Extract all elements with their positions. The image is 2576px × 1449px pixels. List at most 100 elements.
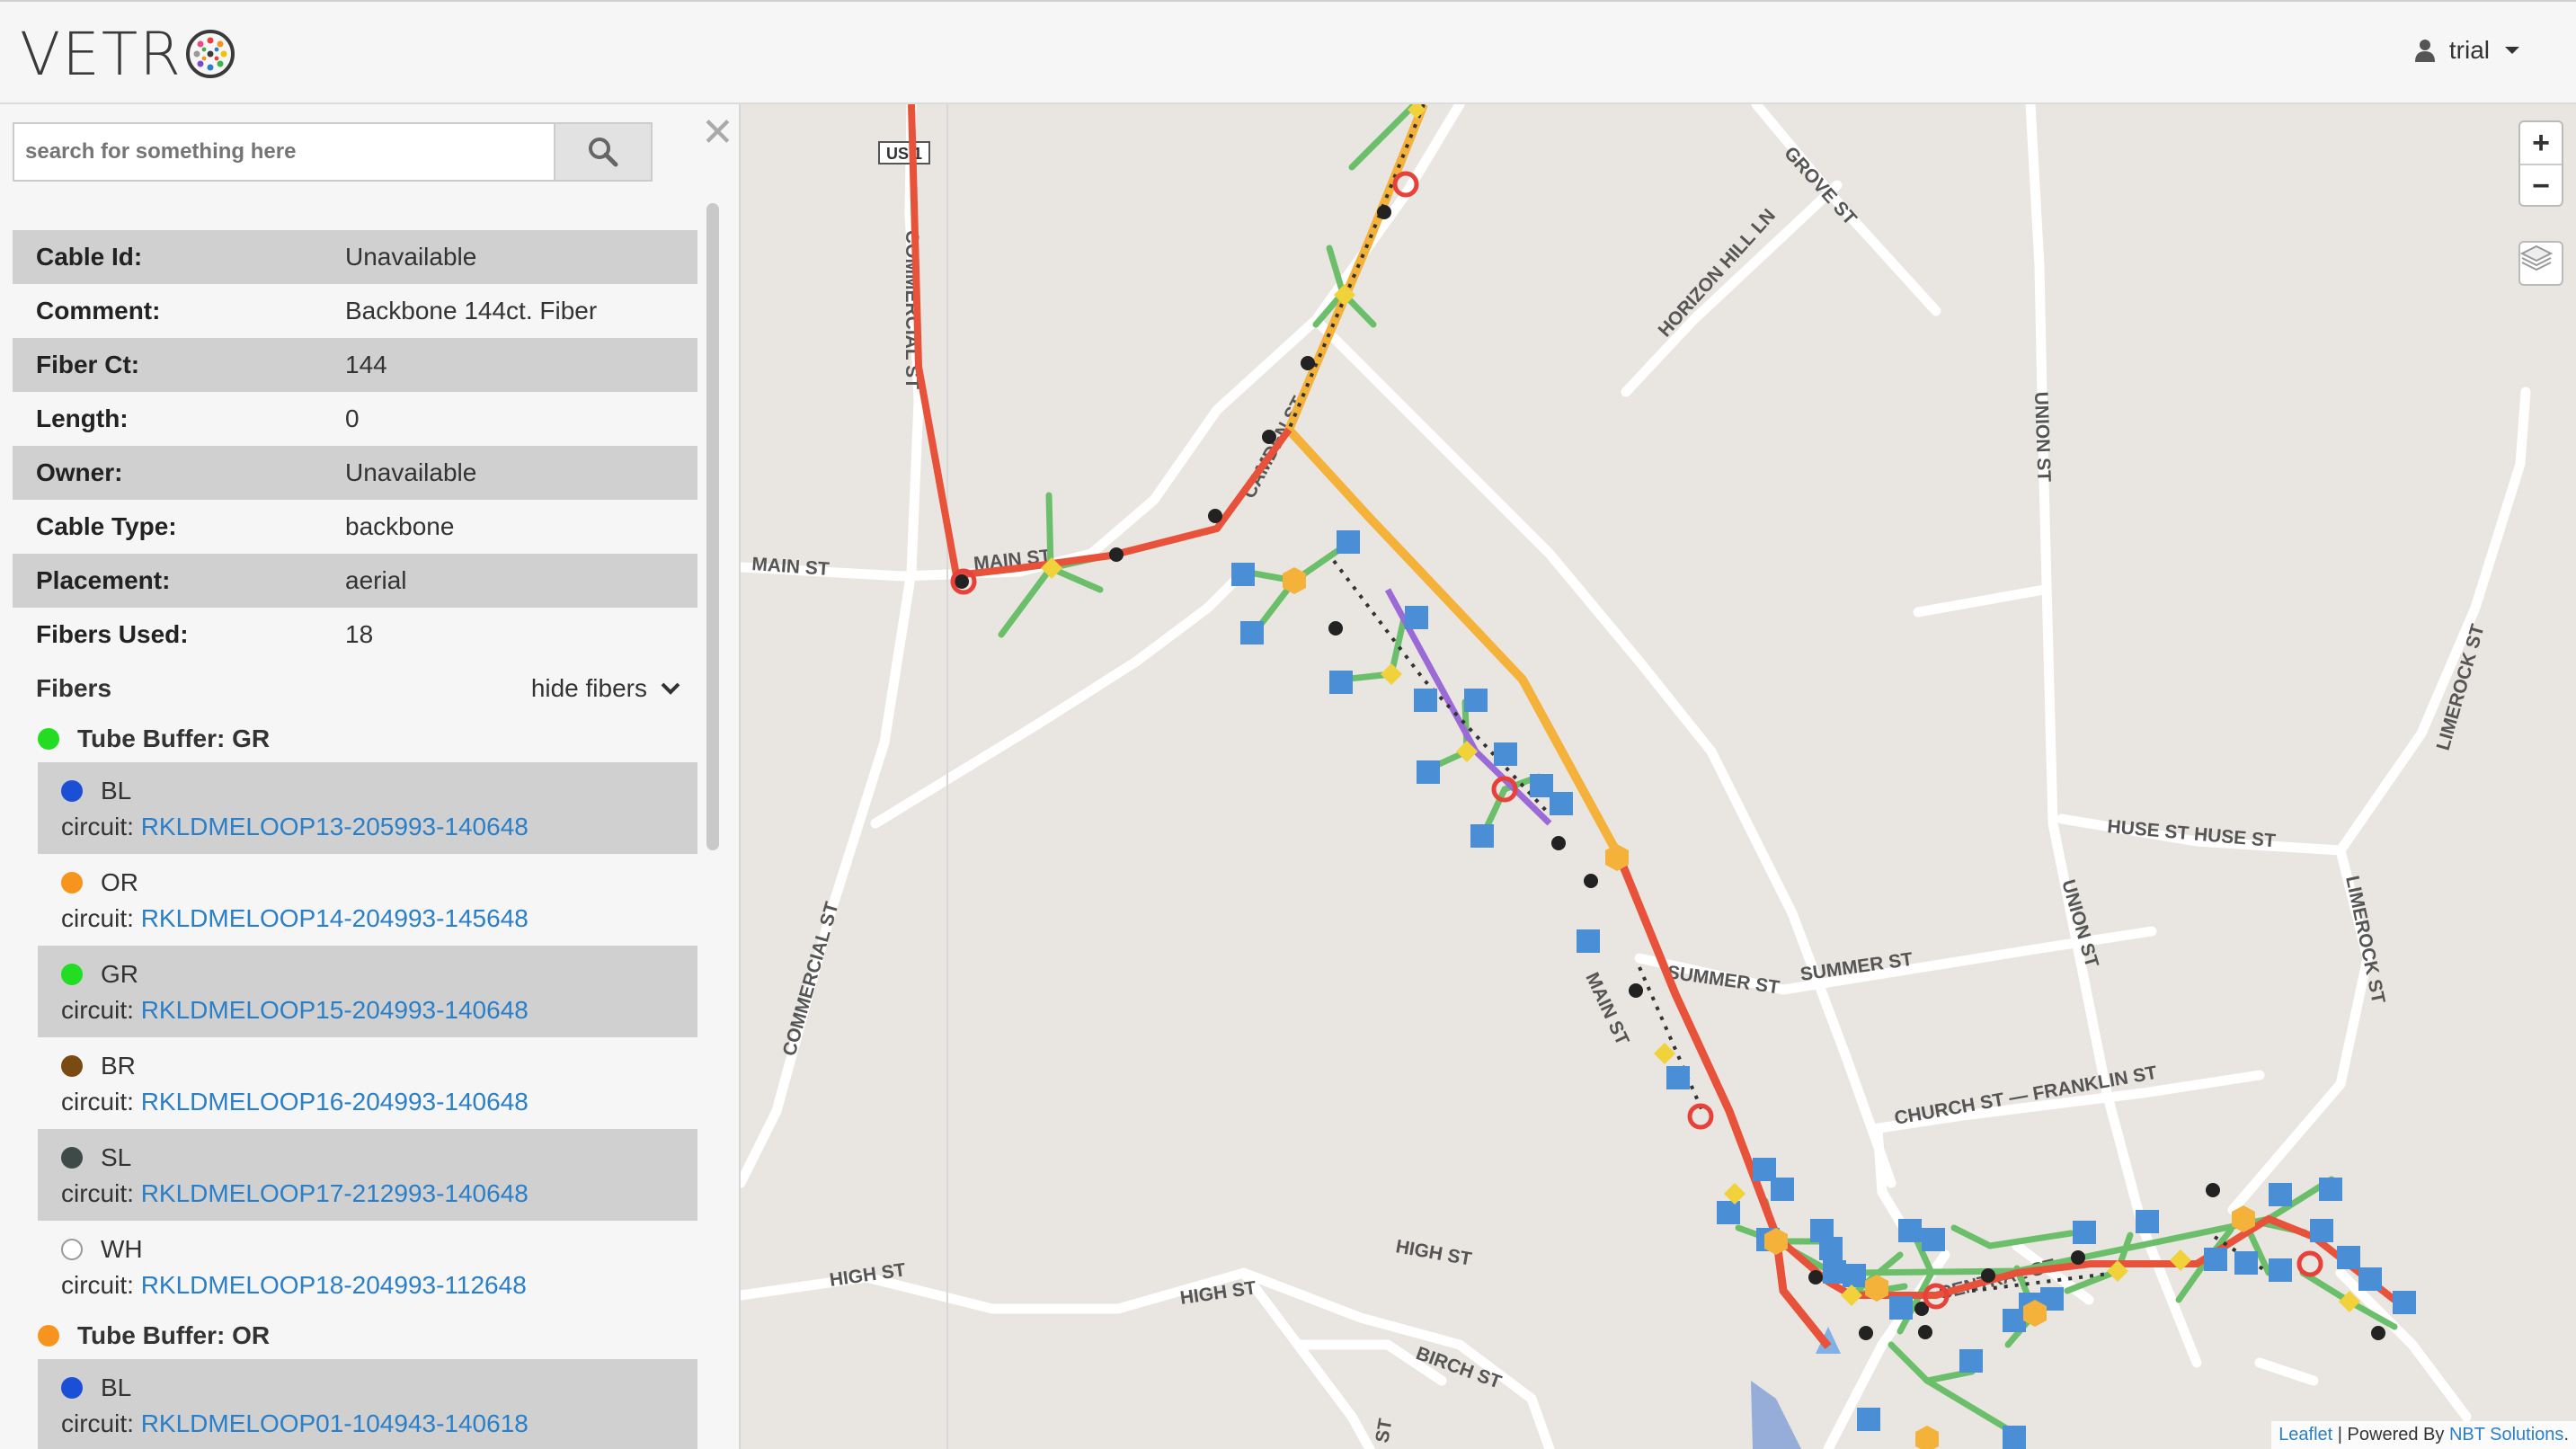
vetro-logo[interactable]: VETR xyxy=(20,19,236,89)
search-input[interactable] xyxy=(14,124,554,180)
tube-buffer-gr[interactable]: Tube Buffer: GR xyxy=(13,716,697,762)
circuit-link[interactable]: RKLDMELOOP16-204993-140648 xyxy=(141,1088,529,1116)
fiber-item: SL circuit: RKLDMELOOP17-212993-140648 xyxy=(38,1129,697,1221)
circuit-link[interactable]: RKLDMELOOP14-204993-145648 xyxy=(141,904,529,932)
sidebar-panel: ✕ Cable Id: Unavailable Comment: Backbon… xyxy=(0,104,741,1449)
prop-row-cable-type: Cable Type: backbone xyxy=(13,500,697,554)
search-button[interactable] xyxy=(554,124,651,180)
prop-value: Unavailable xyxy=(345,458,477,486)
fiber-item: BL circuit: RKLDMELOOP01-104943-140618 xyxy=(38,1359,697,1449)
map-attribution: Leaflet | Powered By NBT Solutions. xyxy=(2271,1421,2576,1449)
street-label: COMMERCIAL ST xyxy=(779,900,843,1059)
tube-buffer-or[interactable]: Tube Buffer: OR xyxy=(13,1312,697,1359)
prop-key: Fibers Used: xyxy=(36,620,189,648)
prop-value: 0 xyxy=(345,404,360,432)
street-label: ST xyxy=(1372,1417,1396,1445)
fiber-code: GR xyxy=(101,960,138,988)
junction-dots xyxy=(955,205,2385,1340)
prop-key: Cable Id: xyxy=(36,243,143,271)
zoom-control: + − xyxy=(2518,120,2563,207)
prop-row-cable-id: Cable Id: Unavailable xyxy=(13,230,697,284)
zoom-out-button[interactable]: − xyxy=(2520,165,2562,207)
street-label: LIMEROCK ST xyxy=(2341,874,2389,1005)
cable-orange[interactable] xyxy=(1284,104,1624,860)
map-canvas[interactable]: GROVE ST HORIZON HILL LN UNION ST MAIN S… xyxy=(741,104,2576,1449)
user-icon xyxy=(2414,40,2435,62)
circuit-link[interactable]: RKLDMELOOP18-204993-112648 xyxy=(141,1271,527,1299)
search-box xyxy=(13,122,653,182)
user-menu[interactable]: trial xyxy=(2414,36,2520,65)
circuit-label: circuit: xyxy=(61,996,134,1024)
hide-fibers-label: hide fibers xyxy=(530,674,647,702)
cable-properties: Cable Id: Unavailable Comment: Backbone … xyxy=(13,230,697,1449)
prop-key: Placement: xyxy=(36,566,171,594)
tube-color-dot xyxy=(38,1325,59,1347)
street-label: HIGH ST xyxy=(1394,1236,1473,1269)
parcel-shape xyxy=(1751,1381,1801,1449)
street-labels: GROVE ST HORIZON HILL LN UNION ST MAIN S… xyxy=(751,143,2489,1445)
fiber-code: BL xyxy=(101,1373,132,1401)
map-view[interactable]: GROVE ST HORIZON HILL LN UNION ST MAIN S… xyxy=(741,104,2576,1449)
close-panel-icon[interactable]: ✕ xyxy=(701,113,734,153)
fiber-code: OR xyxy=(101,868,138,896)
fiber-item: BL circuit: RKLDMELOOP13-205993-140648 xyxy=(38,762,697,854)
street-label: UNION ST xyxy=(2057,877,2102,970)
prop-key: Length: xyxy=(36,404,129,432)
fiber-color-dot xyxy=(61,872,83,893)
circuit-link[interactable]: RKLDMELOOP13-205993-140648 xyxy=(141,813,529,840)
prop-value: 18 xyxy=(345,620,374,648)
street-label: GROVE ST xyxy=(1780,143,1861,229)
logo-text: VETR xyxy=(20,19,183,89)
circuit-label: circuit: xyxy=(61,904,134,932)
nbt-solutions-link[interactable]: NBT Solutions xyxy=(2449,1425,2563,1445)
fiber-item: GR circuit: RKLDMELOOP15-204993-140648 xyxy=(38,946,697,1037)
prop-row-fibers-used: Fibers Used: 18 xyxy=(13,608,697,662)
prop-key: Comment: xyxy=(36,297,161,324)
fiber-code: BL xyxy=(101,777,132,805)
prop-value: backbone xyxy=(345,512,455,540)
fibers-header: Fibers hide fibers xyxy=(13,662,697,716)
fiber-item: OR circuit: RKLDMELOOP14-204993-145648 xyxy=(38,854,697,946)
prop-value: Unavailable xyxy=(345,243,477,271)
sidebar-scrollbar[interactable] xyxy=(706,203,719,850)
street-label: HUSE ST HUSE ST xyxy=(2107,816,2277,851)
user-name: trial xyxy=(2448,36,2490,64)
logo-o-icon xyxy=(186,30,235,78)
leaflet-link[interactable]: Leaflet xyxy=(2278,1425,2332,1445)
us-1-shield: US 1 xyxy=(878,141,930,164)
search-icon xyxy=(589,138,618,167)
prop-row-comment: Comment: Backbone 144ct. Fiber xyxy=(13,284,697,338)
hide-fibers-toggle[interactable]: hide fibers xyxy=(531,674,681,703)
fiber-code: SL xyxy=(101,1143,132,1171)
layers-button[interactable] xyxy=(2518,241,2563,286)
zoom-in-button[interactable]: + xyxy=(2520,122,2562,165)
fiber-code: BR xyxy=(101,1052,136,1080)
cable-red-west[interactable] xyxy=(908,104,1292,579)
app-header: VETR trial xyxy=(0,0,2576,104)
prop-value: 144 xyxy=(345,351,387,378)
fiber-color-dot xyxy=(61,1239,83,1260)
fibers-title: Fibers xyxy=(36,674,112,702)
attribution-separator: | Powered By xyxy=(2332,1425,2449,1445)
us-1-label: US 1 xyxy=(886,145,922,163)
circuit-link[interactable]: RKLDMELOOP15-204993-140648 xyxy=(141,996,529,1024)
fiber-color-dot xyxy=(61,780,83,802)
prop-key: Cable Type: xyxy=(36,512,177,540)
circuit-label: circuit: xyxy=(61,813,134,840)
street-label: HORIZON HILL LN xyxy=(1655,205,1780,341)
prop-row-placement: Placement: aerial xyxy=(13,554,697,608)
tube-label: Tube Buffer: GR xyxy=(77,724,271,752)
circuit-label: circuit: xyxy=(61,1409,134,1437)
prop-row-owner: Owner: Unavailable xyxy=(13,446,697,500)
street-label: SUMMER ST xyxy=(1666,962,1781,998)
circuit-link[interactable]: RKLDMELOOP17-212993-140648 xyxy=(141,1179,529,1207)
circuit-label: circuit: xyxy=(61,1088,134,1116)
prop-row-fiber-ct: Fiber Ct: 144 xyxy=(13,338,697,392)
tube-color-dot xyxy=(38,728,59,750)
fiber-color-dot xyxy=(61,964,83,985)
street-label: HIGH ST xyxy=(1178,1277,1257,1309)
caret-down-icon xyxy=(2505,47,2519,54)
fiber-item: WH circuit: RKLDMELOOP18-204993-112648 xyxy=(38,1221,697,1312)
circuit-link[interactable]: RKLDMELOOP01-104943-140618 xyxy=(141,1409,529,1437)
street-label: UNION ST xyxy=(2030,391,2054,482)
